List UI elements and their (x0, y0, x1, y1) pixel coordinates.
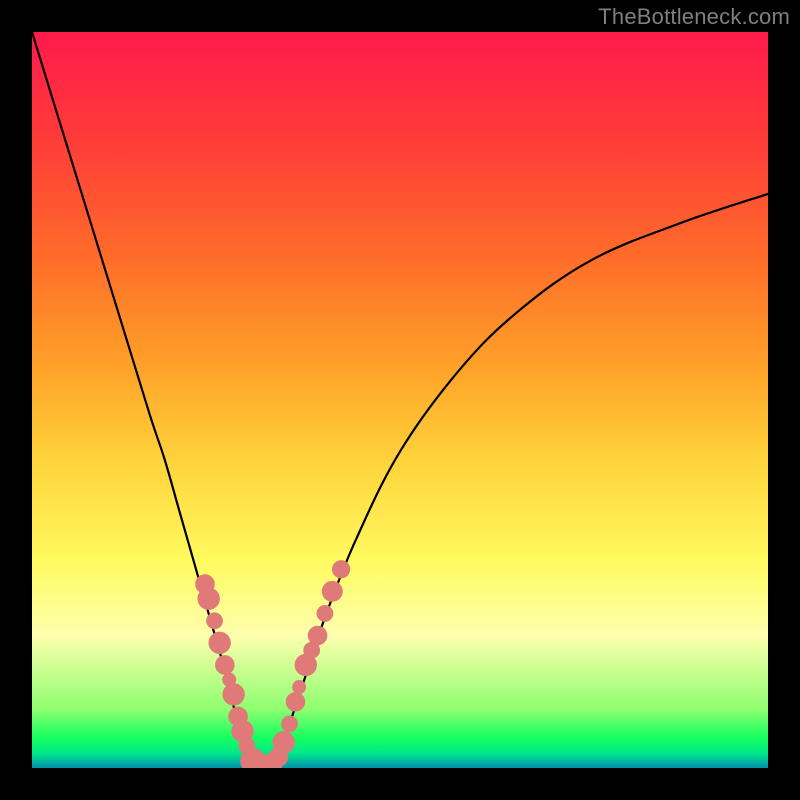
sample-dot (322, 581, 343, 602)
sample-dot (281, 715, 298, 732)
sample-dot (197, 588, 219, 610)
watermark-text: TheBottleneck.com (598, 4, 790, 30)
sample-dot (286, 692, 306, 712)
plot-area (32, 32, 768, 768)
sample-dot (215, 655, 235, 675)
stage: TheBottleneck.com (0, 0, 800, 800)
chart-svg (32, 32, 768, 768)
sample-dot (208, 632, 230, 654)
sample-dot (206, 612, 223, 629)
curve-layer (32, 32, 768, 768)
bottleneck-curve (32, 32, 768, 768)
dot-layer (195, 560, 350, 768)
sample-dot (317, 605, 334, 622)
sample-dot (292, 680, 306, 694)
sample-dot (273, 731, 295, 753)
sample-dot (332, 560, 350, 578)
sample-dot (308, 626, 328, 646)
sample-dot (222, 683, 244, 705)
